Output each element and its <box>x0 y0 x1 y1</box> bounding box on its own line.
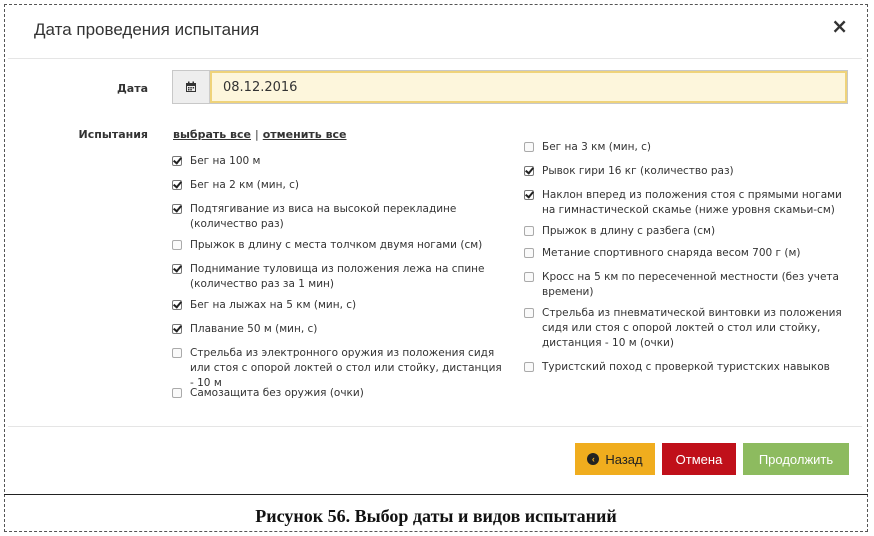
test-checkbox[interactable] <box>524 362 534 372</box>
test-item-label: Кросс на 5 км по пересеченной местности … <box>542 271 839 298</box>
back-button-label: Назад <box>605 451 643 467</box>
dialog-header: Дата проведения испытания × <box>8 6 862 59</box>
test-checkbox[interactable] <box>524 166 534 176</box>
test-checkbox[interactable] <box>524 308 534 318</box>
test-item-label: Туристский поход с проверкой туристских … <box>542 361 830 373</box>
test-item-label: Наклон вперед из положения стоя с прямым… <box>542 189 842 216</box>
test-item[interactable]: Туристский поход с проверкой туристских … <box>524 360 852 375</box>
test-item-label: Бег на 3 км (мин, с) <box>542 141 652 153</box>
test-item-label: Подтягивание из виса на высокой переклад… <box>190 203 457 230</box>
test-checkbox[interactable] <box>524 272 534 282</box>
test-item[interactable]: Поднимание туловища из положения лежа на… <box>172 262 504 292</box>
test-checkbox[interactable] <box>172 180 182 190</box>
test-checkbox[interactable] <box>172 300 182 310</box>
test-item-label: Прыжок в длину с места толчком двумя ног… <box>190 239 483 251</box>
test-item[interactable]: Кросс на 5 км по пересеченной местности … <box>524 270 852 300</box>
cancel-button[interactable]: Отмена <box>662 443 736 475</box>
select-all-link[interactable]: выбрать все <box>173 128 251 141</box>
test-checkbox[interactable] <box>524 226 534 236</box>
date-dialog: Дата проведения испытания × Дата 08.12.2… <box>8 6 862 488</box>
back-button[interactable]: ‹ Назад <box>575 443 655 475</box>
test-item[interactable]: Подтягивание из виса на высокой переклад… <box>172 202 504 232</box>
test-checkbox[interactable] <box>172 264 182 274</box>
test-item[interactable]: Бег на 100 м <box>172 154 504 169</box>
footer-divider <box>8 426 862 427</box>
test-item[interactable]: Метание спортивного снаряда весом 700 г … <box>524 246 852 261</box>
test-checkbox[interactable] <box>524 190 534 200</box>
test-item[interactable]: Прыжок в длину с разбега (см) <box>524 224 852 239</box>
test-item[interactable]: Бег на 2 км (мин, с) <box>172 178 504 193</box>
date-label: Дата <box>116 82 148 95</box>
test-item-label: Метание спортивного снаряда весом 700 г … <box>542 247 801 259</box>
test-item[interactable]: Самозащита без оружия (очки) <box>172 386 504 401</box>
test-item-label: Самозащита без оружия (очки) <box>190 387 364 399</box>
calendar-icon[interactable] <box>173 71 210 103</box>
test-checkbox[interactable] <box>172 240 182 250</box>
test-item[interactable]: Стрельба из электронного оружия из полож… <box>172 346 504 391</box>
test-checkbox[interactable] <box>172 156 182 166</box>
test-item-label: Рывок гири 16 кг (количество раз) <box>542 165 734 177</box>
date-field-group: 08.12.2016 <box>172 70 848 104</box>
test-checkbox[interactable] <box>172 388 182 398</box>
dialog-title: Дата проведения испытания <box>34 20 260 39</box>
tests-label: Испытания <box>78 128 148 141</box>
caption-divider <box>4 494 868 495</box>
test-item[interactable]: Прыжок в длину с места толчком двумя ног… <box>172 238 504 253</box>
chevron-left-circle-icon: ‹ <box>587 453 600 465</box>
test-item[interactable]: Стрельба из пневматической винтовки из п… <box>524 306 852 351</box>
test-checkbox[interactable] <box>172 204 182 214</box>
close-button[interactable]: × <box>831 16 848 36</box>
test-item[interactable]: Бег на лыжах на 5 км (мин, с) <box>172 298 504 313</box>
test-item-label: Бег на 100 м <box>190 155 261 167</box>
date-input[interactable]: 08.12.2016 <box>210 71 847 103</box>
test-checkbox[interactable] <box>172 348 182 358</box>
test-item-label: Плавание 50 м (мин, с) <box>190 323 318 335</box>
test-item-label: Бег на лыжах на 5 км (мин, с) <box>190 299 357 311</box>
test-item-label: Стрельба из пневматической винтовки из п… <box>542 307 842 349</box>
test-item[interactable]: Наклон вперед из положения стоя с прямым… <box>524 188 852 218</box>
test-item-label: Стрельба из электронного оружия из полож… <box>190 347 502 389</box>
test-item-label: Поднимание туловища из положения лежа на… <box>190 263 485 290</box>
test-checkbox[interactable] <box>172 324 182 334</box>
test-item[interactable]: Рывок гири 16 кг (количество раз) <box>524 164 852 179</box>
test-item[interactable]: Бег на 3 км (мин, с) <box>524 140 852 155</box>
continue-button[interactable]: Продолжить <box>743 443 849 475</box>
test-item[interactable]: Плавание 50 м (мин, с) <box>172 322 504 337</box>
test-item-label: Прыжок в длину с разбега (см) <box>542 225 716 237</box>
test-checkbox[interactable] <box>524 142 534 152</box>
test-checkbox[interactable] <box>524 248 534 258</box>
test-item-label: Бег на 2 км (мин, с) <box>190 179 300 191</box>
figure-caption: Рисунок 56. Выбор даты и видов испытаний <box>255 506 617 526</box>
links-separator: | <box>255 128 259 141</box>
deselect-all-link[interactable]: отменить все <box>263 128 347 141</box>
select-links: выбрать все | отменить все <box>173 128 347 141</box>
